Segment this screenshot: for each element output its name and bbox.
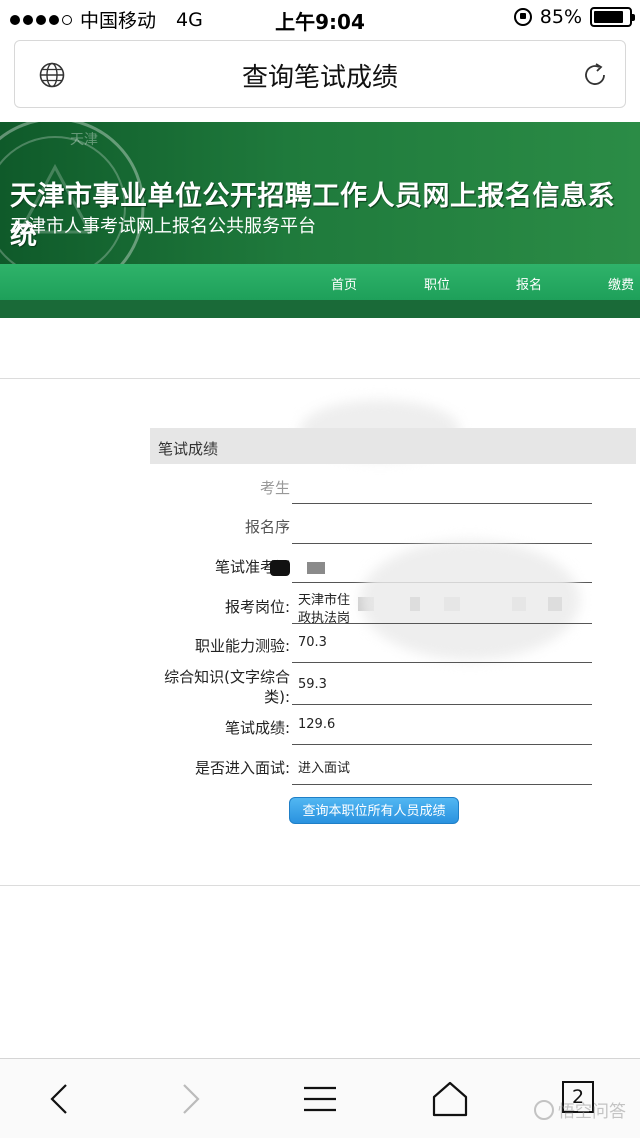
field-label-aptitude-test: 职业能力测验:	[194, 637, 290, 655]
field-line-candidate	[292, 503, 592, 504]
blur-mark	[360, 540, 580, 660]
field-value-aptitude-test: 70.3	[298, 635, 327, 650]
field-line-written-score	[292, 744, 592, 745]
field-label-admission-ticket: 笔试准考证	[214, 558, 290, 576]
field-label-reg-number: 报名序	[244, 518, 290, 536]
main-nav: 首页 职位 报名 缴费	[0, 264, 640, 300]
divider-bottom	[0, 885, 640, 886]
status-right: 85%	[513, 6, 635, 28]
nav-item-payment[interactable]: 缴费	[608, 274, 634, 293]
redaction-mark	[307, 562, 325, 574]
forward-icon[interactable]	[170, 1079, 210, 1119]
nav-underbar	[0, 300, 640, 318]
nav-item-positions[interactable]: 职位	[424, 274, 450, 293]
field-label-position: 报考岗位:	[224, 598, 290, 616]
battery-level	[594, 11, 623, 23]
field-line-position	[292, 623, 592, 624]
menu-icon[interactable]	[300, 1079, 340, 1119]
field-label-general-knowledge-line2: 类):	[264, 688, 290, 706]
field-line-interview-status	[292, 784, 592, 785]
field-value-general-knowledge: 59.3	[298, 677, 327, 692]
redaction-mark	[270, 560, 290, 576]
field-label-candidate: 考生	[259, 479, 290, 497]
address-bar[interactable]: 查询笔试成绩	[14, 40, 626, 108]
site-header-banner: 天津 天津市事业单位公开招聘工作人员网上报名信息系统 天津市人事考试网上报名公共…	[0, 122, 640, 264]
field-value-written-score: 129.6	[298, 717, 336, 732]
field-label-written-score: 笔试成绩:	[224, 719, 290, 737]
field-line-aptitude-test	[292, 662, 592, 663]
score-panel-header: 笔试成绩	[150, 428, 636, 464]
battery-icon	[590, 7, 635, 27]
watermark-text: 悟空问答	[558, 1102, 626, 1122]
nav-item-register[interactable]: 报名	[516, 274, 542, 293]
divider-top	[0, 378, 640, 379]
watermark-icon	[534, 1099, 554, 1120]
battery-percent: 85%	[539, 6, 582, 28]
field-line-general-knowledge	[292, 704, 592, 705]
score-panel-heading: 笔试成绩	[158, 440, 219, 458]
seal-text: 天津	[70, 132, 98, 148]
field-value-interview-status: 进入面试	[298, 761, 351, 776]
nav-item-home[interactable]: 首页	[331, 274, 357, 293]
field-label-interview-status: 是否进入面试:	[194, 759, 290, 777]
query-all-scores-button[interactable]: 查询本职位所有人员成绩	[289, 797, 459, 824]
field-label-general-knowledge: 综合知识(文字综合	[164, 668, 290, 686]
page-title: 查询笔试成绩	[241, 63, 398, 93]
rotation-lock-icon	[513, 8, 532, 26]
site-subtitle: 天津市人事考试网上报名公共服务平台	[10, 216, 316, 237]
status-bar: 中国移动 4G 上午9:04 85%	[0, 0, 640, 36]
watermark: 悟空问答	[534, 1097, 626, 1122]
back-icon[interactable]	[40, 1079, 80, 1119]
field-value-position: 天津市住	[298, 593, 351, 608]
browser-toolbar: 2 悟空问答	[0, 1058, 640, 1138]
home-icon[interactable]	[430, 1079, 470, 1119]
reload-icon[interactable]	[581, 61, 609, 89]
